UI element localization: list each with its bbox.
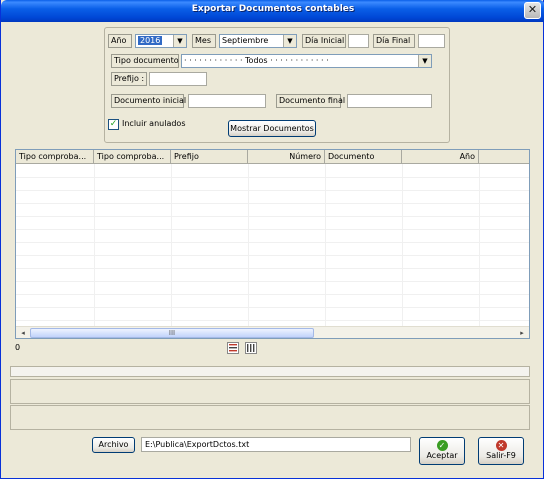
salir-label: Salir-F9 [486, 451, 516, 460]
filter-group: Año 2016 ▼ Mes Septiembre ▼ Día Inicial … [104, 27, 450, 143]
table-header: Tipo comproba... Tipo comproba... Prefij… [16, 150, 529, 164]
window-title: Exportar Documentos contables [191, 4, 355, 14]
scroll-thumb[interactable]: III [30, 328, 314, 338]
info-panel-2 [10, 405, 530, 430]
scroll-right-icon[interactable]: ▸ [516, 328, 528, 338]
info-panel-1 [10, 379, 530, 404]
tipo-documento-select[interactable]: · · · · · · · · · · · · Todos · · · · · … [181, 54, 432, 68]
anio-value: 2016 [138, 36, 163, 45]
grid-column-line [248, 164, 249, 326]
dia-final-field[interactable] [418, 34, 445, 48]
column-header-numero[interactable]: Número [248, 150, 325, 164]
grid-column-line [402, 164, 403, 326]
aceptar-label: Aceptar [426, 451, 458, 460]
doc-final-label: Documento final [276, 94, 345, 108]
title-bar: Exportar Documentos contables ✕ [1, 0, 544, 22]
column-header-prefijo[interactable]: Prefijo [171, 150, 248, 164]
tipo-documento-value: · · · · · · · · · · · · Todos · · · · · … [184, 56, 329, 65]
grid-column-line [479, 164, 480, 326]
status-bar [10, 366, 530, 377]
exit-icon: ✕ [495, 440, 507, 451]
dia-inicial-label: Día Inicial [302, 34, 346, 48]
prefijo-label: Prefijo : [111, 72, 147, 86]
chevron-down-icon[interactable]: ▼ [283, 35, 296, 47]
anio-label: Año [108, 34, 132, 48]
incluir-anulados-label: Incluir anulados [122, 119, 186, 128]
record-count: 0 [15, 343, 21, 352]
mes-select[interactable]: Septiembre ▼ [219, 34, 297, 48]
grid-column-line [171, 164, 172, 326]
expand-grid-icon[interactable] [227, 342, 239, 354]
dia-inicial-field[interactable] [348, 34, 369, 48]
anio-select[interactable]: 2016 ▼ [135, 34, 187, 48]
grid-column-line [325, 164, 326, 326]
archivo-button[interactable]: Archivo [92, 437, 135, 453]
chevron-down-icon[interactable]: ▼ [418, 55, 431, 67]
tipo-documento-label: Tipo documento [111, 54, 179, 68]
doc-inicial-label: Documento inicial [111, 94, 186, 108]
check-icon: ✓ [436, 440, 448, 451]
horizontal-scrollbar[interactable]: ◂ III ▸ [16, 326, 529, 338]
column-header-documento[interactable]: Documento [325, 150, 402, 164]
close-icon[interactable]: ✕ [524, 2, 541, 19]
mes-value: Septiembre [222, 36, 269, 45]
aceptar-button[interactable]: ✓ Aceptar [419, 437, 465, 465]
chevron-down-icon[interactable]: ▼ [173, 35, 186, 47]
documents-table[interactable]: Tipo comproba... Tipo comproba... Prefij… [15, 149, 530, 339]
collapse-grid-icon[interactable] [245, 342, 257, 354]
dia-final-label: Día Final [373, 34, 415, 48]
doc-inicial-field[interactable] [188, 94, 266, 108]
mes-label: Mes [192, 34, 216, 48]
scroll-left-icon[interactable]: ◂ [17, 328, 29, 338]
column-header-tipo-comprobante-2[interactable]: Tipo comproba... [94, 150, 171, 164]
prefijo-field[interactable] [149, 72, 207, 86]
salir-button[interactable]: ✕ Salir-F9 [478, 437, 524, 465]
doc-final-field[interactable] [347, 94, 432, 108]
export-window: Exportar Documentos contables ✕ Año 2016… [0, 0, 544, 479]
incluir-anulados-checkbox[interactable]: ✓ [108, 119, 119, 130]
archivo-path-field[interactable]: E:\Publica\ExportDctos.txt [141, 437, 411, 452]
mostrar-documentos-button[interactable]: Mostrar Documentos [228, 120, 316, 137]
column-header-tipo-comprobante-1[interactable]: Tipo comproba... [16, 150, 94, 164]
grid-column-line [94, 164, 95, 326]
column-header-anio[interactable]: Año [402, 150, 479, 164]
